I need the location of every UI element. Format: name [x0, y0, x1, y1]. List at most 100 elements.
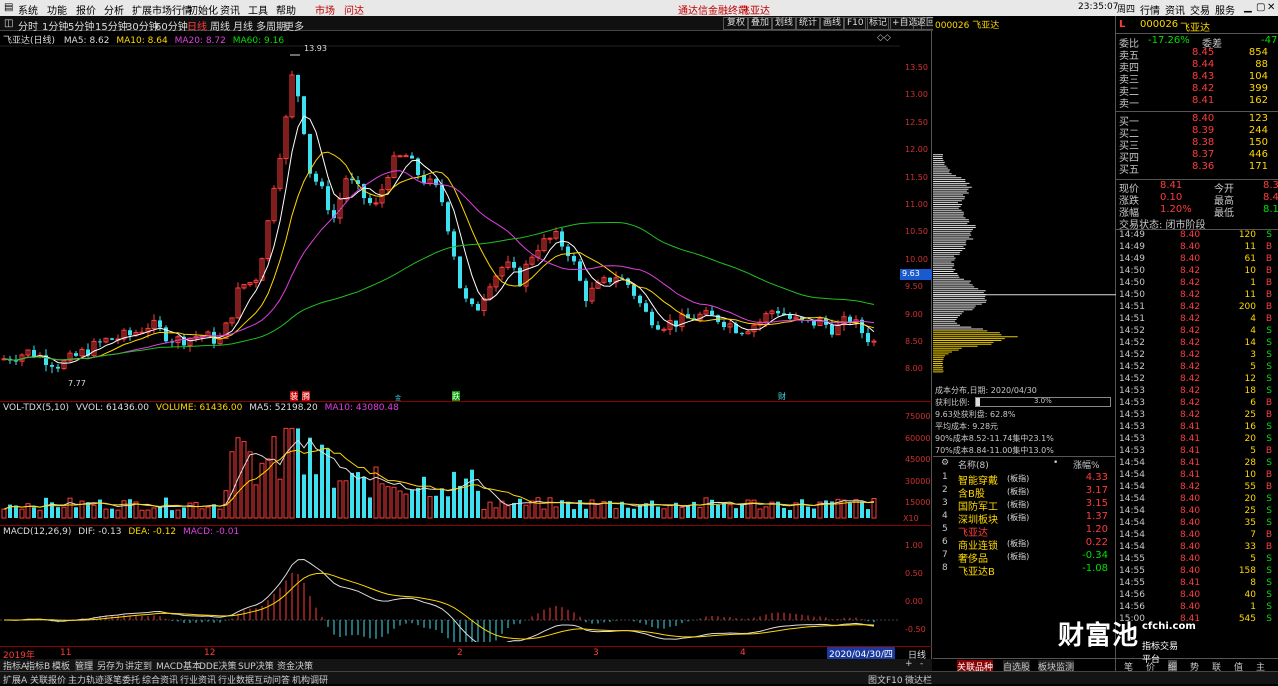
add-tab-icon[interactable]: + [905, 659, 913, 669]
orderbook-row-sell[interactable]: 卖五 8.45 854 [1116, 47, 1278, 62]
macd-chart[interactable] [0, 538, 900, 642]
close-icon[interactable]: ✕ [1267, 2, 1275, 13]
sector-row[interactable]: 7 奢侈品 (板指) -0.34 [933, 550, 1116, 565]
orderbook-row-sell[interactable]: 卖一 8.41 162 [1116, 95, 1278, 110]
drawline-button[interactable]: 画线 [819, 17, 846, 30]
restore-icon[interactable]: ▢ [1256, 2, 1265, 13]
remove-tab-icon[interactable]: - [920, 659, 923, 669]
menu-news[interactable]: 问达 [344, 2, 364, 17]
overlay-button[interactable]: 叠加 [747, 17, 774, 30]
toolbar-grid-icon[interactable]: ◫ [4, 18, 13, 29]
volume-bar-down [800, 499, 804, 518]
tick-side: B [1265, 530, 1272, 540]
volume-bar-up [289, 427, 295, 519]
menu-market[interactable]: 市场 [315, 2, 335, 17]
tick-side: S [1266, 230, 1272, 240]
menu-quote[interactable]: 报价 [76, 2, 96, 17]
status-main-track[interactable]: 主力轨迹 [68, 673, 104, 686]
volume-bar-up [757, 508, 763, 519]
sector-row[interactable]: 6 商业连锁 (板指) 0.22 [933, 537, 1116, 552]
sector-name-header[interactable]: 名称(8) [958, 458, 989, 471]
menu-btn-service[interactable]: 服务 [1215, 2, 1235, 17]
vol-chart-header: VOL-TDX(5,10) VVOL: 61436.00 VOLUME: 614… [3, 403, 399, 413]
draw-button[interactable]: 划线 [771, 17, 798, 30]
menu-ext-market[interactable]: 扩展市场行情 [132, 2, 192, 17]
volume-bar-down [734, 508, 738, 518]
status-industry-data[interactable]: 行业数据 [218, 673, 254, 686]
volume-bar-down [446, 496, 450, 518]
orderbook-row-buy[interactable]: 买三 8.38 150 [1116, 137, 1278, 152]
window-menu-icon[interactable]: ▤ [4, 2, 13, 13]
volume-label: VOLUME: 61436.00 [155, 403, 243, 413]
sector-row[interactable]: 3 国防军工 (板指) 3.15 [933, 498, 1116, 513]
status-industry-news[interactable]: 行业资讯 [180, 673, 216, 686]
menu-tools[interactable]: 工具 [248, 2, 268, 17]
menu-analysis[interactable]: 分析 [104, 2, 124, 17]
status-ext-a[interactable]: 扩展A [3, 673, 27, 686]
status-qa[interactable]: 互动问答 [254, 673, 290, 686]
orderbook-price: 8.39 [1192, 125, 1215, 136]
sector-row[interactable]: 5 飞亚达 1.20 [933, 524, 1116, 539]
sector-row[interactable]: 8 飞亚达B -1.08 [933, 563, 1116, 578]
orderbook-row-sell[interactable]: 卖二 8.42 399 [1116, 83, 1278, 98]
f10-button[interactable]: F10 [843, 17, 868, 30]
sector-tag: (板指) [1007, 552, 1030, 561]
orderbook-volume: 244 [1248, 125, 1268, 136]
status-f10[interactable]: 图文F10 [868, 673, 903, 686]
menu-help[interactable]: 帮助 [276, 2, 296, 17]
status-related-quote[interactable]: 关联报价 [30, 673, 66, 686]
candlestick-chart[interactable] [0, 43, 900, 401]
menu-info[interactable]: 资讯 [220, 2, 240, 17]
orderbook-volume: 104 [1248, 71, 1268, 82]
orderbook-row-buy[interactable]: 买一 8.40 123 [1116, 113, 1278, 128]
orderbook-row-sell[interactable]: 卖四 8.44 88 [1116, 59, 1278, 74]
tick-volume: 200 [1238, 302, 1256, 312]
orderbook-row-buy[interactable]: 买五 8.36 171 [1116, 161, 1278, 176]
chart-settings-icon[interactable]: ◇◇ [877, 33, 891, 43]
sector-change-header[interactable]: 涨幅% [1073, 458, 1100, 471]
menu-init[interactable]: 初始化 [188, 2, 218, 17]
candle-body-down [776, 311, 780, 314]
price-tick: 11.00 [905, 200, 928, 209]
menu-btn-quote[interactable]: 行情 [1140, 2, 1160, 17]
orderbook-row-buy[interactable]: 买四 8.37 446 [1116, 149, 1278, 164]
menu-btn-info[interactable]: 资讯 [1165, 2, 1185, 17]
orderbook-row-sell[interactable]: 卖三 8.43 104 [1116, 71, 1278, 86]
orderbook-row-buy[interactable]: 买二 8.39 244 [1116, 125, 1278, 140]
tick-price: 8.42 [1180, 398, 1201, 408]
sector-row[interactable]: 2 含B股 (板指) 3.17 [933, 485, 1116, 500]
stats-button[interactable]: 统计 [795, 17, 822, 30]
tick-price: 8.42 [1180, 290, 1201, 300]
orderbook-volume: 854 [1248, 47, 1268, 58]
status-order-detail[interactable]: 逐笔委托 [104, 673, 140, 686]
menu-btn-trade[interactable]: 交易 [1190, 2, 1210, 17]
tick-time: 14:54 [1119, 542, 1145, 552]
volume-chart[interactable] [0, 414, 900, 524]
sector-settings-icon[interactable]: ⚙ [941, 458, 949, 468]
dea-label: DEA: -0.12 [128, 527, 177, 537]
minimize-icon[interactable]: ▁ [1244, 2, 1252, 13]
tick-time: 14:56 [1119, 602, 1145, 612]
sector-tag: (板指) [1007, 487, 1030, 496]
sector-row[interactable]: 4 深圳板块 (板指) 1.37 [933, 511, 1116, 526]
tick-row: 14:49 8.40 120 S [1116, 230, 1278, 242]
sector-row[interactable]: 1 智能穿戴 (板指) 4.33 [933, 472, 1116, 487]
volume-bar-up [589, 499, 595, 519]
menu-system[interactable]: 系统 [18, 2, 38, 17]
candle-body-down [578, 261, 582, 281]
candle-body-down [632, 284, 636, 296]
tick-volume: 4 [1250, 326, 1256, 336]
adjust-button[interactable]: 复权 [723, 17, 750, 30]
status-news[interactable]: 综合资讯 [142, 673, 178, 686]
chip-stock-code: 000026 [935, 21, 970, 31]
volume-bar-up [61, 506, 67, 519]
tick-side: S [1266, 326, 1272, 336]
volume-bar-down [164, 497, 168, 518]
menu-function[interactable]: 功能 [47, 2, 67, 17]
price-tick: 10.00 [905, 254, 928, 264]
chip-distribution-chart[interactable] [933, 43, 1116, 373]
sector-no: 6 [942, 537, 948, 547]
status-research[interactable]: 机构调研 [292, 673, 328, 686]
volume-bar-up [679, 506, 685, 519]
status-weida[interactable]: 微达栏 [905, 673, 932, 686]
